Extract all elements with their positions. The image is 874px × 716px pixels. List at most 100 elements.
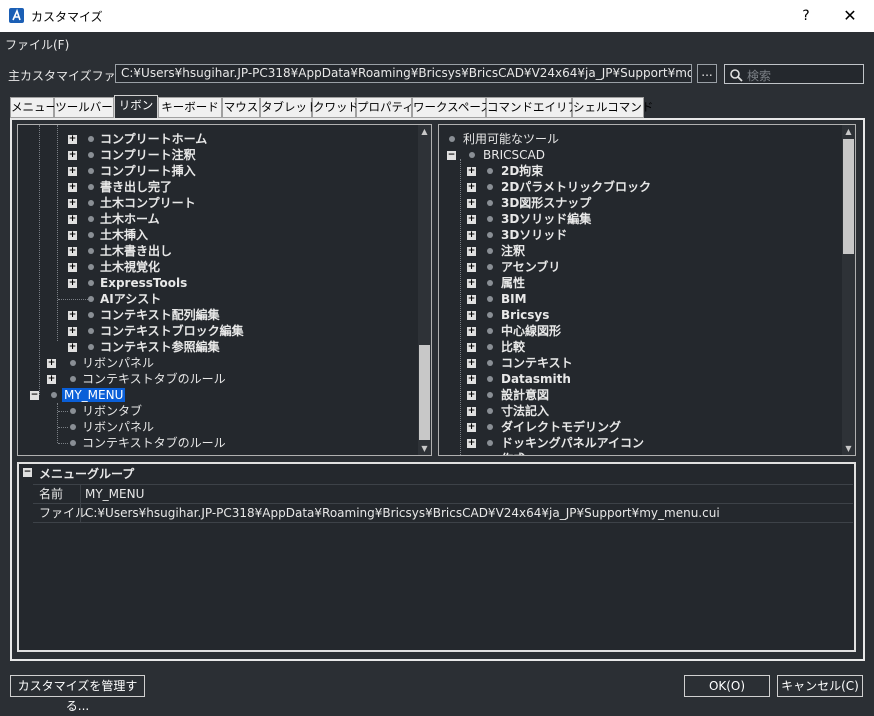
- ok-button[interactable]: OK(O): [684, 675, 770, 697]
- available-tools-panel[interactable]: ▲ ▼ 利用可能なツール − BRICSCAD +2D拘束 +2Dパラメトリックブロック…: [438, 124, 856, 456]
- tree-node[interactable]: 中心線図形: [501, 323, 561, 339]
- expand-icon[interactable]: +: [467, 263, 476, 272]
- expand-icon[interactable]: +: [68, 263, 77, 272]
- expand-icon[interactable]: +: [68, 247, 77, 256]
- tab-9[interactable]: コマンドエイリアス: [486, 97, 591, 118]
- tree-node[interactable]: ExpressTools: [100, 275, 187, 291]
- properties-header[interactable]: − メニューグループ: [19, 464, 854, 482]
- scroll-up-arrow[interactable]: ▲: [842, 125, 855, 138]
- tree-node[interactable]: コンプリート挿入: [100, 163, 196, 179]
- tree-node[interactable]: 3Dソリッド: [501, 227, 567, 243]
- tab-4[interactable]: マウス: [222, 97, 260, 118]
- expand-icon[interactable]: +: [68, 167, 77, 176]
- expand-icon[interactable]: +: [467, 247, 476, 256]
- property-row-file[interactable]: ファイル C:¥Users¥hsugihar.JP-PC318¥AppData¥…: [33, 503, 853, 523]
- expand-icon[interactable]: +: [68, 135, 77, 144]
- tree-node[interactable]: コンテキストタブのルール: [82, 371, 226, 387]
- tree-node[interactable]: コンテキスト参照編集: [100, 339, 220, 355]
- expand-icon[interactable]: +: [467, 423, 476, 432]
- tree-node[interactable]: 寸法記入: [501, 403, 549, 419]
- tree-node[interactable]: コンテキスト配列編集: [100, 307, 220, 323]
- tree-node[interactable]: ドッキングパネルアイコン: [501, 435, 644, 451]
- scroll-thumb[interactable]: [843, 139, 854, 254]
- search-input[interactable]: 検索: [724, 64, 864, 84]
- tree-node[interactable]: 利用可能なツール: [463, 131, 559, 147]
- ribbon-tree-panel[interactable]: ▲ ▼ + コンプリートホーム + コンプリート注釈 + コンプリート挿入 + 書き出し完了 +…: [17, 124, 432, 456]
- tree-node[interactable]: 3D図形スナップ: [501, 195, 591, 211]
- menu-file[interactable]: ファイル(F): [5, 36, 69, 53]
- expand-icon[interactable]: +: [467, 343, 476, 352]
- tree-node[interactable]: リボンタブ: [82, 403, 142, 419]
- main-file-path-field[interactable]: C:¥Users¥hsugihar.JP-PC318¥AppData¥Roami…: [115, 64, 692, 83]
- expand-icon[interactable]: +: [47, 375, 56, 384]
- tree-node[interactable]: コンプリート注釈: [100, 147, 196, 163]
- tree-node[interactable]: 土木コンプリート: [100, 195, 196, 211]
- tree-node[interactable]: コンテキスト: [501, 355, 573, 371]
- expand-icon[interactable]: +: [467, 215, 476, 224]
- tab-0[interactable]: メニュー: [10, 97, 57, 118]
- expand-icon[interactable]: +: [467, 279, 476, 288]
- expand-icon[interactable]: +: [467, 439, 476, 448]
- tree-node[interactable]: 注釈: [501, 243, 525, 259]
- tree-node[interactable]: コンテキストタブのルール: [82, 435, 226, 451]
- tree-node[interactable]: AIアシスト: [100, 291, 161, 307]
- tree-node[interactable]: コンテキストブロック編集: [100, 323, 244, 339]
- expand-icon[interactable]: +: [467, 295, 476, 304]
- scroll-thumb[interactable]: [419, 345, 430, 440]
- scroll-down-arrow[interactable]: ▼: [842, 442, 855, 455]
- expand-icon[interactable]: +: [68, 151, 77, 160]
- tab-3[interactable]: キーボード: [158, 97, 222, 118]
- tree-node[interactable]: アセンブリ: [501, 259, 560, 275]
- tab-1[interactable]: ツールバー: [54, 97, 114, 118]
- tree-node[interactable]: 属性: [501, 275, 525, 291]
- expand-icon[interactable]: +: [467, 199, 476, 208]
- browse-button[interactable]: ...: [697, 64, 717, 83]
- expand-icon[interactable]: +: [68, 311, 77, 320]
- collapse-icon[interactable]: −: [447, 151, 456, 160]
- tree-node[interactable]: BRICSCAD: [483, 147, 545, 163]
- expand-icon[interactable]: +: [467, 359, 476, 368]
- tree-node[interactable]: Datasmith: [501, 371, 571, 387]
- tree-node[interactable]: 2Dパラメトリックブロック: [501, 179, 651, 195]
- tree-node[interactable]: 土木挿入: [100, 227, 148, 243]
- tab-6[interactable]: クワッド: [312, 97, 359, 118]
- expand-icon[interactable]: +: [467, 391, 476, 400]
- expand-icon[interactable]: +: [68, 183, 77, 192]
- close-button[interactable]: ✕: [838, 4, 862, 28]
- tab-10[interactable]: シェルコマンド: [572, 97, 653, 118]
- tree-node[interactable]: 3Dソリッド編集: [501, 211, 591, 227]
- tree-node[interactable]: 作成: [501, 451, 525, 455]
- expand-icon[interactable]: +: [467, 311, 476, 320]
- expand-icon[interactable]: +: [68, 231, 77, 240]
- expand-icon[interactable]: +: [467, 327, 476, 336]
- expand-icon[interactable]: +: [68, 343, 77, 352]
- cancel-button[interactable]: キャンセル(C): [777, 675, 863, 697]
- tab-7[interactable]: プロパティ: [356, 97, 414, 118]
- tab-2[interactable]: リボン: [114, 95, 158, 119]
- tree-node[interactable]: コンプリートホーム: [100, 131, 207, 147]
- expand-icon[interactable]: +: [468, 455, 476, 456]
- expand-icon[interactable]: +: [68, 199, 77, 208]
- expand-icon[interactable]: +: [467, 375, 476, 384]
- tree-node[interactable]: 土木視覚化: [100, 259, 160, 275]
- tree-node[interactable]: 土木書き出し: [100, 243, 172, 259]
- tree-node[interactable]: 比較: [501, 339, 525, 355]
- tree-node[interactable]: ダイレクトモデリング: [501, 419, 621, 435]
- expand-icon[interactable]: +: [68, 215, 77, 224]
- tree-node[interactable]: 土木ホーム: [100, 211, 160, 227]
- expand-icon[interactable]: +: [467, 183, 476, 192]
- tree-node[interactable]: 書き出し完了: [100, 179, 172, 195]
- tab-8[interactable]: ワークスペース: [412, 97, 492, 118]
- tree-node[interactable]: Bricsys: [501, 307, 549, 323]
- collapse-icon[interactable]: −: [30, 391, 39, 400]
- expand-icon[interactable]: +: [68, 279, 77, 288]
- tree-node[interactable]: リボンパネル: [82, 419, 154, 435]
- tab-5[interactable]: タブレット: [260, 97, 319, 118]
- collapse-icon[interactable]: −: [23, 468, 32, 477]
- tree-node[interactable]: リボンパネル: [82, 355, 154, 371]
- expand-icon[interactable]: +: [467, 167, 476, 176]
- expand-icon[interactable]: +: [467, 231, 476, 240]
- tree-node[interactable]: 設計意図: [501, 387, 549, 403]
- right-scrollbar[interactable]: ▲ ▼: [842, 125, 855, 455]
- tree-node[interactable]: 2D拘束: [501, 163, 543, 179]
